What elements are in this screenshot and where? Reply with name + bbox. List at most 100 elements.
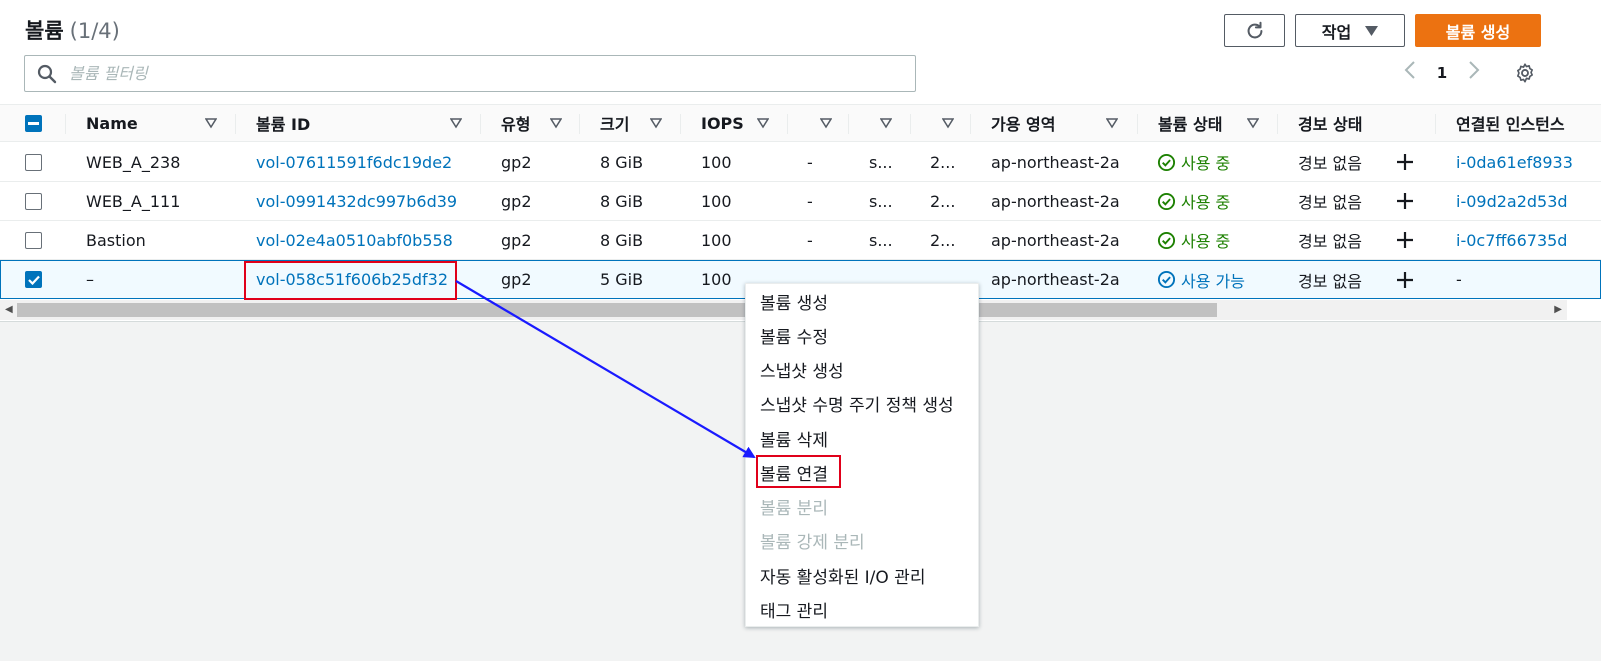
volumes-panel: 볼륨 (1/4) 작업 볼륨 생성 1: [0, 0, 1601, 322]
attached-instance-link[interactable]: i-0da61ef8933: [1456, 143, 1601, 181]
volume-iops: 100: [701, 270, 732, 289]
attached-instance-link[interactable]: i-0c7ff66735d: [1456, 221, 1601, 259]
sort-icon[interactable]: [942, 117, 954, 129]
cell-truncated: -: [807, 230, 813, 250]
alarm-state: 경보 없음: [1298, 193, 1362, 212]
alarm-state: 경보 없음: [1298, 271, 1362, 291]
volume-type: gp2: [501, 152, 532, 172]
table-row[interactable]: WEB_A_238 vol-07611591f6dc19de2 gp2 8 Gi…: [0, 143, 1601, 182]
refresh-button[interactable]: [1224, 14, 1285, 47]
menu-item-manage-auto-enabled-io[interactable]: 자동 활성화된 I/O 관리: [760, 563, 925, 588]
volume-iops: 100: [701, 191, 732, 211]
volume-type: gp2: [501, 270, 532, 289]
sort-icon[interactable]: [650, 117, 662, 129]
row-checkbox[interactable]: [25, 143, 42, 181]
column-header-alarm-state[interactable]: 경보 상태: [1298, 105, 1362, 141]
volume-id-link[interactable]: vol-0991432dc997b6d39: [256, 182, 457, 220]
alarm-state: 경보 없음: [1298, 232, 1362, 251]
column-header-availability-zone[interactable]: 가용 영역: [991, 105, 1055, 141]
status-success-icon: [1157, 231, 1176, 249]
volume-size: 5 GiB: [600, 270, 644, 289]
menu-item-create-lifecycle-policy[interactable]: 스냅샷 수명 주기 정책 생성: [760, 391, 954, 416]
scroll-right-arrow-icon[interactable]: ▶: [1554, 304, 1562, 315]
availability-zone: ap-northeast-2a: [991, 191, 1120, 211]
column-header-volume-state[interactable]: 볼륨 상태: [1158, 105, 1222, 141]
menu-item-modify-volume[interactable]: 볼륨 수정: [760, 323, 828, 348]
row-checkbox[interactable]: [25, 182, 42, 220]
row-checkbox[interactable]: [25, 261, 42, 298]
volume-type: gp2: [501, 191, 532, 211]
filter-search[interactable]: [24, 55, 916, 92]
status-success-icon: [1157, 153, 1176, 171]
menu-item-delete-volume[interactable]: 볼륨 삭제: [760, 426, 828, 451]
column-header-volume-id[interactable]: 볼륨 ID: [256, 105, 310, 141]
menu-item-force-detach-volume: 볼륨 강제 분리: [760, 533, 865, 553]
menu-item-create-snapshot[interactable]: 스냅샷 생성: [760, 357, 844, 382]
alarm-state: 경보 없음: [1298, 154, 1362, 173]
volume-state-text: 사용 가능: [1181, 271, 1245, 291]
create-volume-button[interactable]: 볼륨 생성: [1415, 14, 1541, 47]
volume-iops: 100: [701, 152, 732, 172]
refresh-icon: [1247, 21, 1262, 38]
sort-icon[interactable]: [1106, 117, 1118, 129]
attached-instance-link[interactable]: i-09d2a2d53d: [1456, 182, 1601, 220]
sort-icon[interactable]: [450, 117, 462, 129]
sort-icon[interactable]: [820, 117, 832, 129]
cell-truncated: 2...: [930, 191, 956, 211]
column-header-type[interactable]: 유형: [501, 105, 530, 141]
add-icon[interactable]: [1395, 261, 1415, 298]
selection-count: (1/4): [69, 19, 120, 43]
chevron-left-icon[interactable]: [1396, 60, 1424, 86]
cell-truncated: -: [807, 152, 813, 172]
volume-size: 8 GiB: [600, 230, 644, 250]
volume-name: –: [86, 270, 94, 289]
sort-icon[interactable]: [205, 117, 217, 129]
pagination: 1: [1396, 58, 1488, 88]
volume-state-text: 사용 중: [1181, 154, 1231, 173]
cell-truncated: 2...: [930, 152, 956, 172]
cell-truncated: s...: [869, 230, 893, 250]
volume-id-link[interactable]: vol-02e4a0510abf0b558: [256, 221, 453, 259]
actions-button[interactable]: 작업: [1295, 14, 1405, 47]
row-checkbox[interactable]: [25, 221, 42, 259]
column-header-size[interactable]: 크기: [600, 105, 629, 141]
sort-icon[interactable]: [880, 117, 892, 129]
sort-icon[interactable]: [757, 117, 769, 129]
search-input[interactable]: [69, 64, 869, 83]
menu-item-detach-volume: 볼륨 분리: [760, 499, 828, 519]
search-icon: [25, 64, 69, 84]
volume-state: 사용 중: [1157, 221, 1230, 259]
sort-icon[interactable]: [550, 117, 562, 129]
page-number[interactable]: 1: [1424, 64, 1460, 82]
volume-state: 사용 가능: [1157, 261, 1245, 298]
volume-size: 8 GiB: [600, 191, 644, 211]
table-row[interactable]: WEB_A_111 vol-0991432dc997b6d39 gp2 8 Gi…: [0, 182, 1601, 221]
menu-item-manage-tags[interactable]: 태그 관리: [760, 597, 828, 622]
column-header-name[interactable]: Name: [86, 105, 138, 141]
scroll-left-arrow-icon[interactable]: ◀: [5, 304, 13, 315]
select-all-checkbox[interactable]: [25, 105, 42, 141]
volume-id-link[interactable]: vol-07611591f6dc19de2: [256, 143, 452, 181]
status-success-icon: [1157, 192, 1176, 210]
volume-size: 8 GiB: [600, 152, 644, 172]
actions-button-label: 작업: [1321, 22, 1352, 42]
volume-state: 사용 중: [1157, 182, 1230, 220]
cell-truncated: -: [807, 191, 813, 211]
add-icon[interactable]: [1395, 143, 1415, 181]
availability-zone: ap-northeast-2a: [991, 152, 1120, 172]
settings-gear-icon[interactable]: [1512, 60, 1538, 86]
add-icon[interactable]: [1395, 182, 1415, 220]
cell-truncated: 2...: [930, 230, 956, 250]
add-icon[interactable]: [1395, 221, 1415, 259]
sort-icon[interactable]: [1247, 117, 1259, 129]
chevron-right-icon[interactable]: [1460, 60, 1488, 86]
scrollbar-thumb[interactable]: [17, 303, 1217, 317]
cell-truncated: s...: [869, 152, 893, 172]
menu-item-create-volume[interactable]: 볼륨 생성: [760, 289, 828, 314]
cell-truncated: s...: [869, 191, 893, 211]
availability-zone: ap-northeast-2a: [991, 270, 1120, 289]
availability-zone: ap-northeast-2a: [991, 230, 1120, 250]
table-row[interactable]: Bastion vol-02e4a0510abf0b558 gp2 8 GiB …: [0, 221, 1601, 260]
column-header-iops[interactable]: IOPS: [701, 105, 744, 141]
column-header-attached-instance[interactable]: 연결된 인스턴스: [1456, 105, 1601, 141]
